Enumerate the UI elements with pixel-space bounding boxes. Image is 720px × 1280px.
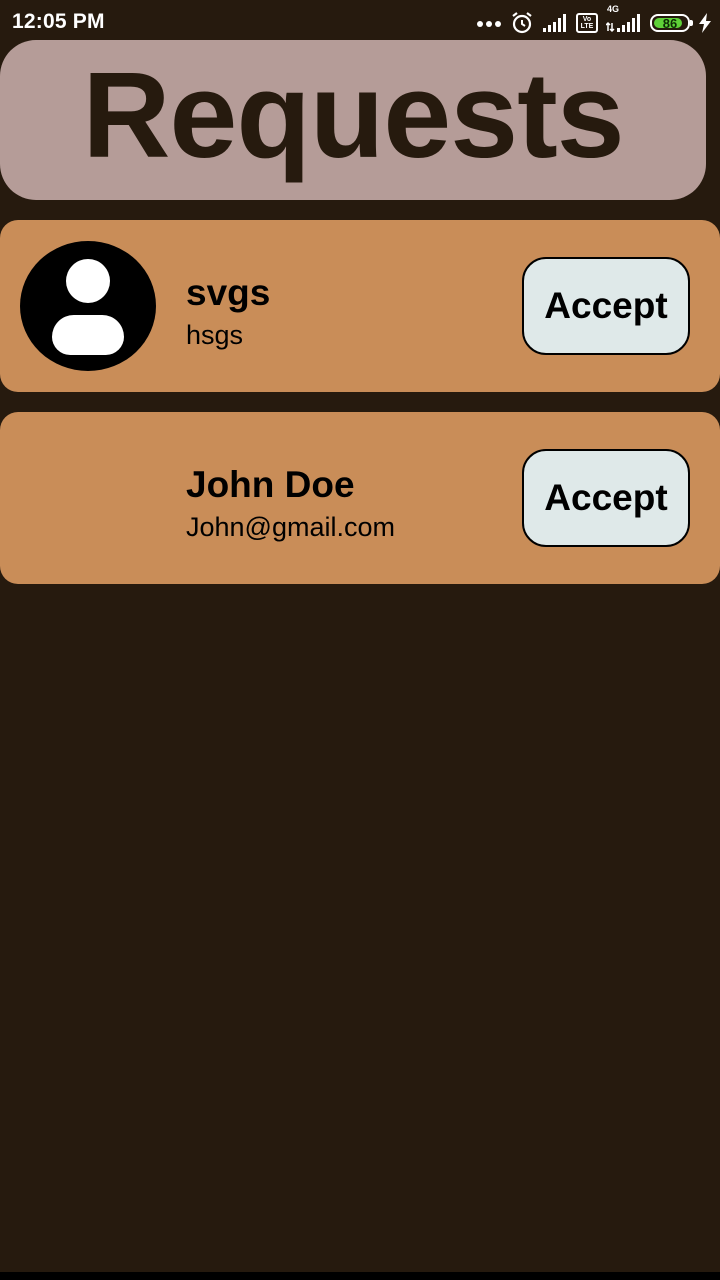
- accept-button[interactable]: Accept: [522, 257, 690, 355]
- request-name: svgs: [186, 272, 271, 313]
- battery-level: 86: [662, 15, 678, 31]
- signal-4g-icon: 4G: [606, 4, 642, 33]
- request-name: John Doe: [186, 464, 355, 505]
- status-icons: Vo LTE 4G 86: [476, 4, 712, 36]
- request-email: John@gmail.com: [186, 512, 395, 542]
- charging-bolt-icon: [698, 13, 712, 33]
- status-time: 12:05 PM: [12, 10, 105, 33]
- alarm-icon: [510, 11, 534, 35]
- more-dots-icon: [476, 18, 502, 28]
- request-card: John Doe John@gmail.com Accept: [0, 412, 720, 584]
- request-list: svgs hsgs Accept John Doe John@gmail.com…: [0, 220, 720, 604]
- page-title: Requests: [82, 47, 624, 183]
- request-card: svgs hsgs Accept: [0, 220, 720, 392]
- accept-button[interactable]: Accept: [522, 449, 690, 547]
- signal-icon: [542, 13, 568, 33]
- page-header: Requests: [0, 40, 706, 200]
- battery-icon: 86: [650, 14, 693, 32]
- default-user-icon: [20, 241, 156, 371]
- volte-icon: Vo LTE: [576, 13, 598, 33]
- status-bar: 12:05 PM Vo LTE 4G 86: [0, 0, 720, 44]
- navigation-bar: [0, 1272, 720, 1280]
- request-subtitle: hsgs: [186, 320, 244, 350]
